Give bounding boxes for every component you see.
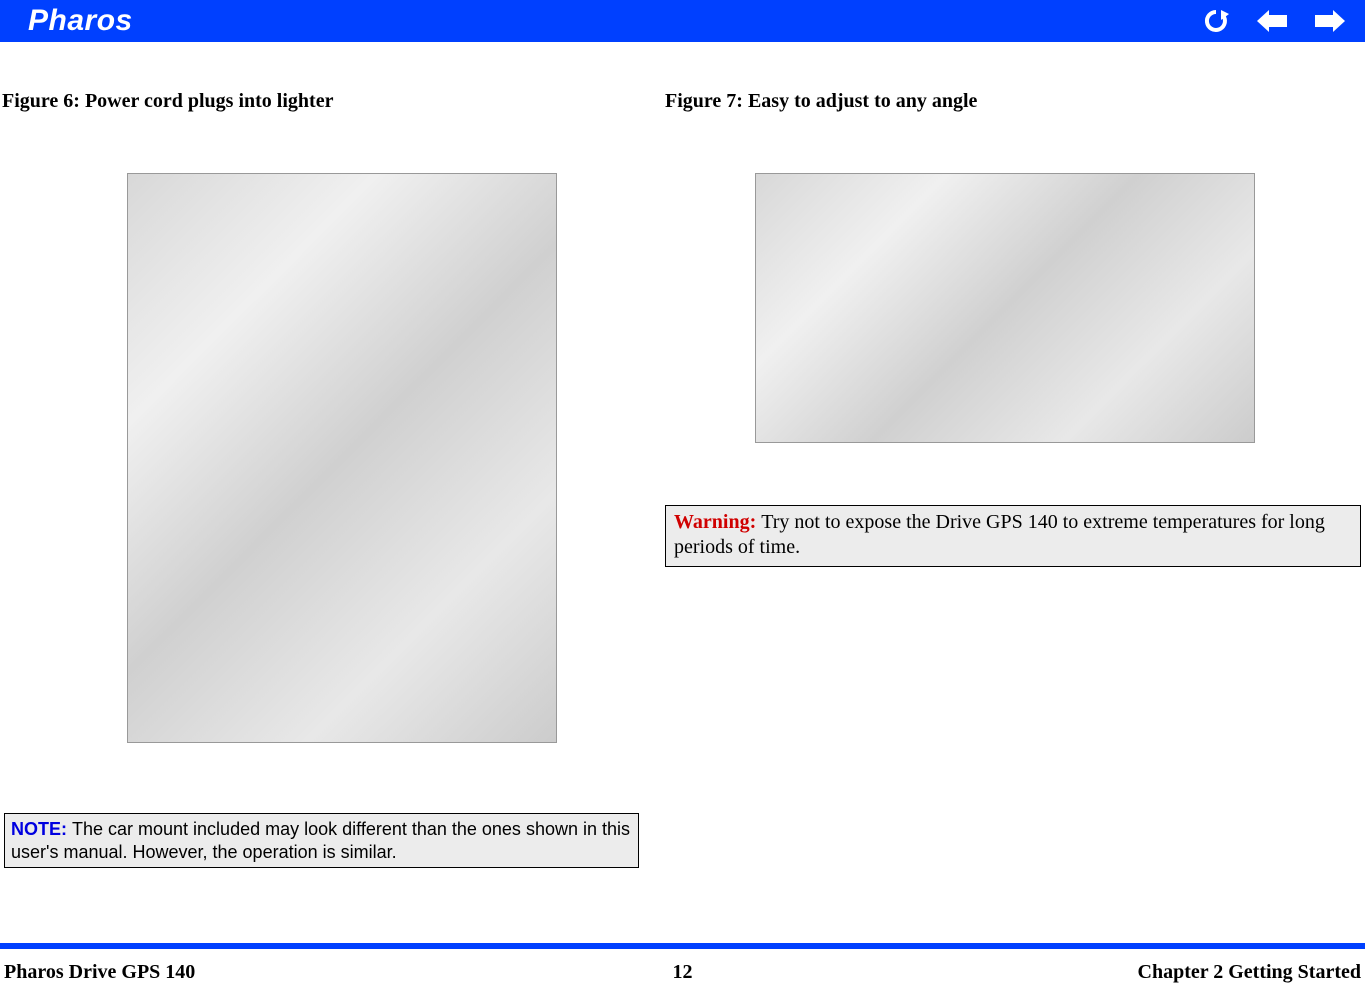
footer-left: Pharos Drive GPS 140	[4, 961, 195, 984]
page-content: Figure 6: Power cord plugs into lighter …	[0, 42, 1365, 936]
warning-box: Warning: Try not to expose the Drive GPS…	[665, 505, 1361, 567]
refresh-icon[interactable]	[1201, 8, 1231, 34]
warning-label: Warning:	[674, 511, 761, 533]
brand-label: Pharos	[28, 4, 133, 38]
figure-7-caption: Figure 7: Easy to adjust to any angle	[665, 90, 1365, 113]
page-number: 12	[673, 961, 693, 984]
warning-text: Try not to expose the Drive GPS 140 to e…	[674, 511, 1325, 558]
figure-6-caption: Figure 6: Power cord plugs into lighter	[2, 90, 665, 113]
footer-divider	[0, 943, 1365, 949]
header-icons	[1201, 8, 1347, 34]
figure-6-image	[127, 173, 557, 743]
right-column: Figure 7: Easy to adjust to any angle Wa…	[665, 90, 1365, 868]
note-label: NOTE:	[11, 819, 72, 839]
note-box: NOTE: The car mount included may look di…	[4, 813, 639, 868]
footer: Pharos Drive GPS 140 12 Chapter 2 Gettin…	[0, 961, 1365, 984]
forward-icon[interactable]	[1313, 8, 1347, 34]
back-icon[interactable]	[1255, 8, 1289, 34]
figure-7-image	[755, 173, 1255, 443]
left-column: Figure 6: Power cord plugs into lighter …	[0, 90, 665, 868]
note-text: The car mount included may look differen…	[11, 819, 630, 862]
header-bar: Pharos	[0, 0, 1365, 42]
footer-right: Chapter 2 Getting Started	[1138, 961, 1362, 984]
